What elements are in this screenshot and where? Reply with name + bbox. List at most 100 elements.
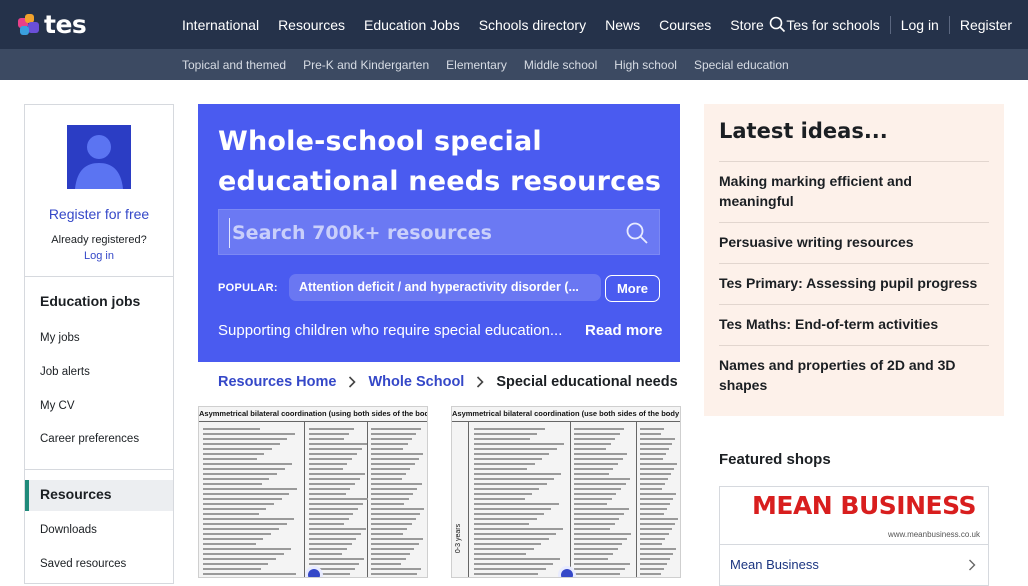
document-text-line	[574, 523, 615, 525]
subnav-special-education[interactable]: Special education	[694, 58, 789, 72]
document-text-line	[309, 543, 352, 545]
shop-card[interactable]: MEAN BUSINESS www.meanbusiness.co.uk Mea…	[719, 486, 989, 586]
page-title: Whole-school special educational needs r…	[218, 126, 662, 197]
subnav-elementary[interactable]: Elementary	[446, 58, 507, 72]
sidebar-item-career-preferences[interactable]: Career preferences	[40, 433, 139, 445]
document-text-line	[371, 463, 415, 465]
nav-store[interactable]: Store	[730, 17, 763, 33]
register-link[interactable]: Register	[960, 17, 1012, 33]
nav-resources[interactable]: Resources	[278, 17, 345, 33]
sidebar-item-my-jobs[interactable]: My jobs	[40, 332, 80, 344]
sidebar-item-downloads[interactable]: Downloads	[40, 524, 97, 536]
breadcrumb-whole-school[interactable]: Whole School	[368, 374, 464, 390]
document-text-line	[574, 513, 624, 515]
document-text-line	[203, 508, 267, 510]
shop-url: www.meanbusiness.co.uk	[887, 530, 980, 539]
resource-thumbnail-2[interactable]: Asymmetrical bilateral coordination (use…	[451, 406, 681, 578]
idea-link[interactable]: Tes Primary: Assessing pupil progress	[719, 273, 989, 293]
document-text-line	[309, 493, 346, 495]
document-text-line	[371, 563, 402, 565]
sidebar-item-my-cv[interactable]: My CV	[40, 400, 75, 412]
sidebar-item-job-alerts[interactable]: Job alerts	[40, 366, 90, 378]
document-text-line	[474, 558, 561, 560]
document-text-line	[203, 498, 282, 500]
document-text-line	[640, 438, 675, 440]
document-text-line	[371, 433, 417, 435]
search-icon[interactable]	[769, 16, 786, 33]
sidebar-item-saved-resources[interactable]: Saved resources	[40, 558, 126, 570]
more-tags-button[interactable]: More	[605, 275, 660, 302]
nav-courses[interactable]: Courses	[659, 17, 711, 33]
subnav-middle-school[interactable]: Middle school	[524, 58, 597, 72]
document-text-line	[574, 483, 626, 485]
document-text-line	[474, 428, 545, 430]
document-text-line	[309, 533, 362, 535]
main-nav: International Resources Education Jobs S…	[182, 0, 764, 49]
idea-link[interactable]: Making marking efficient and meaningful	[719, 171, 989, 211]
document-text-line	[203, 563, 269, 565]
document-text-line	[474, 468, 528, 470]
search-icon[interactable]	[625, 221, 649, 250]
search-input[interactable]	[229, 218, 619, 248]
nav-schools-directory[interactable]: Schools directory	[479, 17, 586, 33]
tes-logo[interactable]: tes	[16, 10, 87, 39]
document-text-line	[203, 503, 275, 505]
tes-for-schools-link[interactable]: Tes for schools	[786, 17, 879, 33]
sidebar-heading-resources[interactable]: Resources	[40, 486, 112, 502]
idea-link[interactable]: Names and properties of 2D and 3D shapes	[719, 355, 989, 395]
document-text-line	[309, 428, 354, 430]
login-link[interactable]: Log in	[901, 17, 939, 33]
document-text-line	[371, 508, 425, 510]
document-text-line	[203, 443, 280, 445]
register-free-link[interactable]: Register for free	[25, 206, 173, 222]
read-more-link[interactable]: Read more	[585, 322, 663, 339]
nav-education-jobs[interactable]: Education Jobs	[364, 17, 460, 33]
document-text-line	[640, 533, 669, 535]
document-text-line	[640, 563, 668, 565]
subnav-topical[interactable]: Topical and themed	[182, 58, 286, 72]
document-text-line	[640, 513, 664, 515]
document-text-line	[309, 553, 342, 555]
document-text-line	[309, 473, 365, 475]
popular-tag-chip[interactable]: Attention deficit / and hyperactivity di…	[289, 274, 601, 301]
shop-name[interactable]: Mean Business	[730, 557, 819, 572]
idea-link[interactable]: Tes Maths: End-of-term activities	[719, 314, 989, 334]
subnav-high-school[interactable]: High school	[614, 58, 677, 72]
latest-ideas-title: Latest ideas...	[719, 119, 888, 143]
document-text-line	[640, 573, 662, 575]
document-text-line	[640, 458, 663, 460]
document-text-line	[640, 428, 664, 430]
document-text-line	[640, 538, 666, 540]
document-text-line	[203, 428, 260, 430]
document-text-line	[203, 478, 270, 480]
sidebar-heading-education-jobs[interactable]: Education jobs	[40, 293, 140, 309]
document-text-line	[309, 508, 359, 510]
resource-thumbnail-1[interactable]: Asymmetrical bilateral coordination (usi…	[198, 406, 428, 578]
breadcrumb: Resources Home Whole School Special educ…	[218, 372, 678, 392]
document-text-line	[574, 548, 618, 550]
breadcrumb-resources-home[interactable]: Resources Home	[218, 374, 336, 390]
document-text-line	[474, 508, 552, 510]
document-text-line	[474, 543, 542, 545]
document-text-line	[371, 548, 415, 550]
document-preview	[452, 421, 680, 577]
document-text-line	[371, 518, 416, 520]
document-text-line	[203, 458, 257, 460]
document-text-line	[640, 468, 674, 470]
nav-news[interactable]: News	[605, 17, 640, 33]
document-text-line	[474, 503, 559, 505]
document-text-line	[574, 453, 628, 455]
document-text-line	[574, 443, 611, 445]
nav-international[interactable]: International	[182, 17, 259, 33]
document-text-line	[203, 473, 277, 475]
idea-link[interactable]: Persuasive writing resources	[719, 232, 989, 252]
document-text-line	[371, 513, 421, 515]
document-text-line	[203, 543, 256, 545]
document-preview	[199, 421, 427, 577]
sidebar-login-link[interactable]: Log in	[25, 250, 173, 262]
document-text-line	[574, 528, 610, 530]
subnav-prek[interactable]: Pre-K and Kindergarten	[303, 58, 429, 72]
document-text-line	[371, 568, 422, 570]
document-text-line	[309, 498, 368, 500]
document-text-line	[203, 493, 290, 495]
